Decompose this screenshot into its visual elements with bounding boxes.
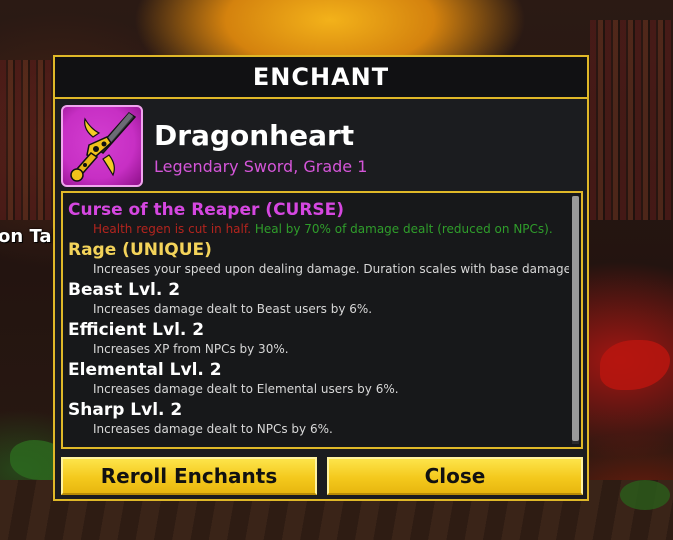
enchant-panel: ENCHANT Dragonheart Legendary Sword, Gra… <box>53 55 589 501</box>
enchant-entry-rage: Rage (UNIQUE) Increases your speed upon … <box>68 239 569 277</box>
enchant-name: Efficient Lvl. 2 <box>68 320 205 340</box>
bookshelf-right <box>590 20 673 220</box>
dragonheart-sword-icon <box>61 105 143 187</box>
item-rarity-grade: Legendary Sword, Grade 1 <box>154 157 368 176</box>
enchant-name: Rage (UNIQUE) <box>68 240 212 260</box>
panel-title: ENCHANT <box>252 63 390 91</box>
enchant-entry-curse-of-the-reaper: Curse of the Reaper (CURSE) Health regen… <box>68 199 569 237</box>
enchant-list[interactable]: Curse of the Reaper (CURSE) Health regen… <box>61 191 583 449</box>
scrollbar-thumb[interactable] <box>572 196 579 441</box>
enchant-description: Increases your speed upon dealing damage… <box>93 262 569 276</box>
scrollbar[interactable] <box>572 196 579 444</box>
item-name: Dragonheart <box>154 119 355 152</box>
red-crystal <box>600 340 670 390</box>
enchant-desc-penalty: Health regen is cut in half. <box>93 222 252 236</box>
close-button[interactable]: Close <box>327 457 583 495</box>
enchant-name: Sharp Lvl. 2 <box>68 400 183 420</box>
enchant-entry-efficient: Efficient Lvl. 2 Increases XP from NPCs … <box>68 319 569 357</box>
green-crystal-2 <box>620 480 670 510</box>
enchant-description: Increases XP from NPCs by 30%. <box>93 342 289 356</box>
enchant-name: Beast Lvl. 2 <box>68 280 181 300</box>
bookshelf-left <box>0 60 60 220</box>
enchant-list-content: Curse of the Reaper (CURSE) Health regen… <box>63 193 569 447</box>
reroll-enchants-button[interactable]: Reroll Enchants <box>61 457 317 495</box>
panel-header: ENCHANT <box>55 57 587 99</box>
enchant-entry-elemental: Elemental Lvl. 2 Increases damage dealt … <box>68 359 569 397</box>
enchant-name: Curse of the Reaper (CURSE) <box>68 200 345 220</box>
item-info: Dragonheart Legendary Sword, Grade 1 <box>61 105 581 189</box>
enchant-entry-sharp: Sharp Lvl. 2 Increases damage dealt to N… <box>68 399 569 437</box>
enchant-description: Increases damage dealt to Beast users by… <box>93 302 373 316</box>
world-npc-label: on Tal <box>0 226 58 247</box>
enchant-name: Elemental Lvl. 2 <box>68 360 222 380</box>
enchant-entry-beast: Beast Lvl. 2 Increases damage dealt to B… <box>68 279 569 317</box>
enchant-description: Increases damage dealt to Elemental user… <box>93 382 399 396</box>
enchant-description: Health regen is cut in half. Heal by 70%… <box>68 221 569 237</box>
enchant-desc-bonus: Heal by 70% of damage dealt (reduced on … <box>251 222 553 236</box>
enchant-description: Increases damage dealt to NPCs by 6%. <box>93 422 333 436</box>
